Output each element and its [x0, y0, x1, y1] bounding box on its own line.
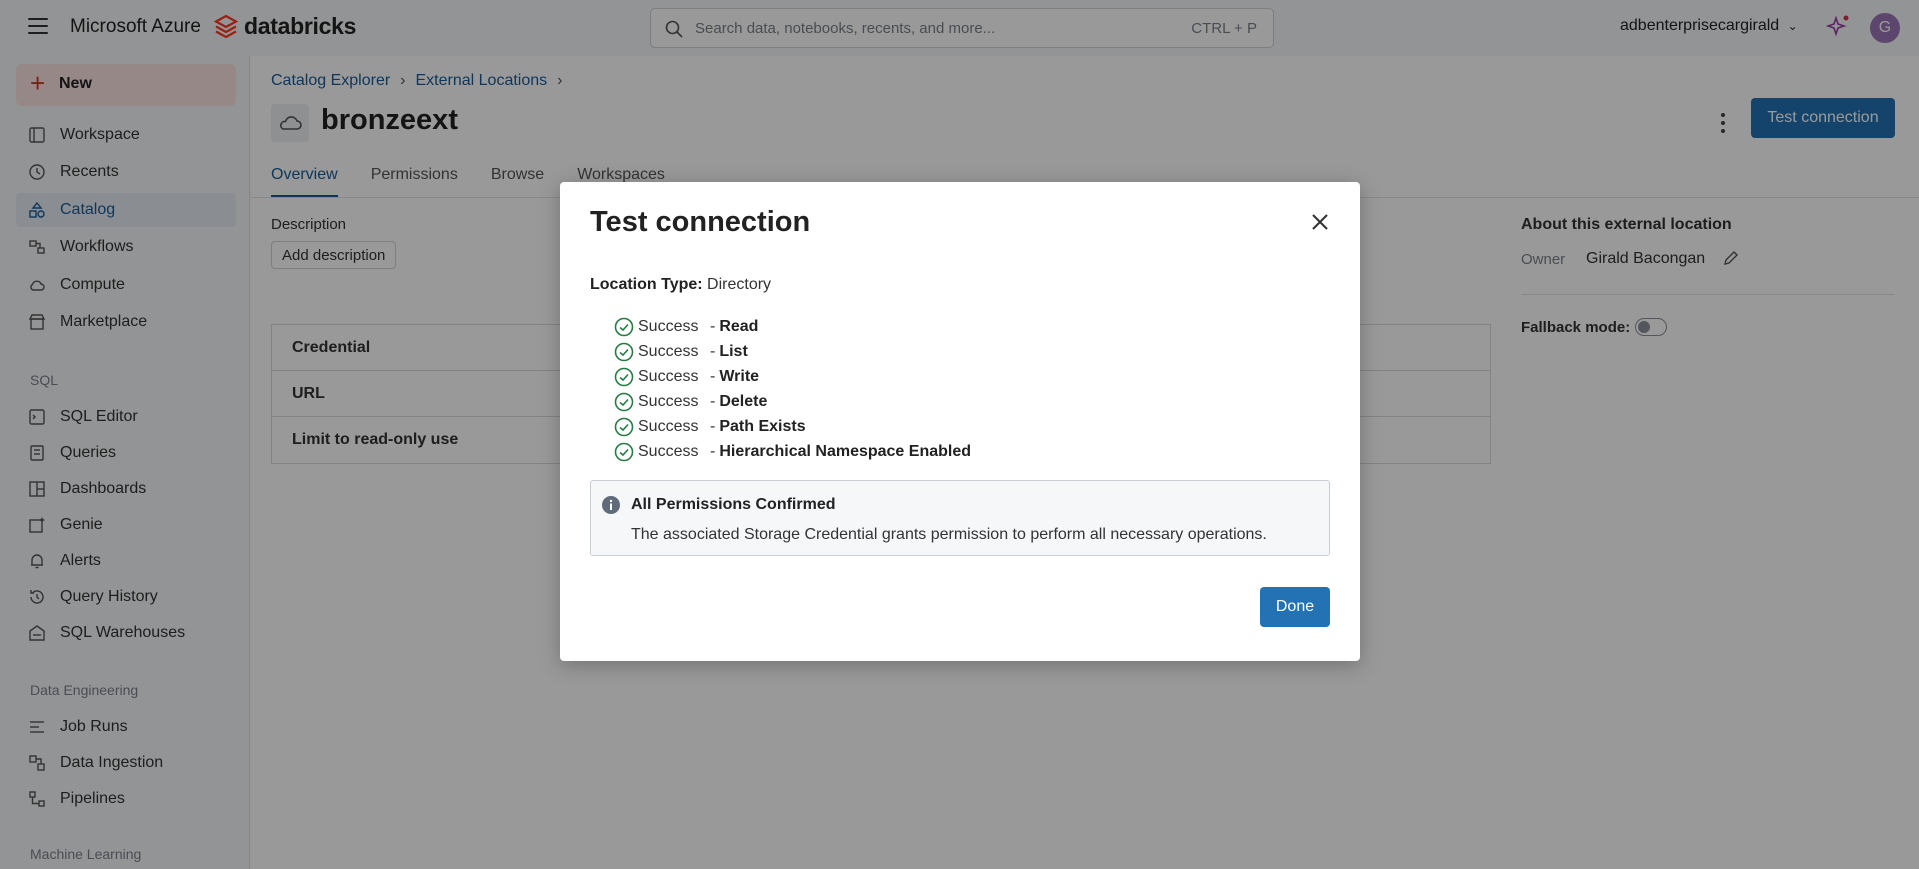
check-dash: - — [710, 442, 716, 460]
list-item: Success - Delete — [614, 389, 971, 414]
list-item: Success - List — [614, 339, 971, 364]
permissions-info-box: All Permissions Confirmed The associated… — [590, 480, 1330, 556]
check-name: Path Exists — [719, 417, 806, 435]
location-type: Location Type: Directory — [590, 276, 771, 294]
check-results: Success - Read Success - List Success - … — [614, 314, 971, 464]
check-status: Success — [638, 367, 699, 385]
info-body: The associated Storage Credential grants… — [631, 526, 1267, 543]
list-item: Success - Read — [614, 314, 971, 339]
test-connection-dialog: Test connection Location Type: Directory… — [560, 182, 1360, 661]
check-dash: - — [710, 317, 716, 335]
check-dash: - — [710, 417, 716, 435]
check-status: Success — [638, 442, 699, 460]
check-name: Hierarchical Namespace Enabled — [719, 442, 972, 460]
location-type-value: Directory — [707, 276, 772, 293]
info-icon — [602, 496, 620, 514]
check-status: Success — [638, 417, 699, 435]
dialog-title: Test connection — [590, 206, 811, 238]
info-title: All Permissions Confirmed — [631, 496, 836, 513]
check-name: List — [719, 342, 748, 360]
check-dash: - — [710, 392, 716, 410]
close-icon[interactable] — [1308, 210, 1332, 234]
list-item: Success - Write — [614, 364, 971, 389]
list-item: Success - Hierarchical Namespace Enabled — [614, 439, 971, 464]
check-name: Write — [719, 367, 760, 385]
check-dash: - — [710, 342, 716, 360]
done-button[interactable]: Done — [1260, 587, 1330, 627]
check-name: Read — [719, 317, 759, 335]
check-circle-icon — [614, 442, 634, 461]
check-circle-icon — [614, 317, 634, 336]
check-status: Success — [638, 342, 699, 360]
check-status: Success — [638, 392, 699, 410]
check-dash: - — [710, 367, 716, 385]
check-status: Success — [638, 317, 699, 335]
check-circle-icon — [614, 392, 634, 411]
check-circle-icon — [614, 342, 634, 361]
list-item: Success - Path Exists — [614, 414, 971, 439]
check-circle-icon — [614, 367, 634, 386]
location-type-label: Location Type: — [590, 276, 703, 293]
check-circle-icon — [614, 417, 634, 436]
check-name: Delete — [719, 392, 768, 410]
